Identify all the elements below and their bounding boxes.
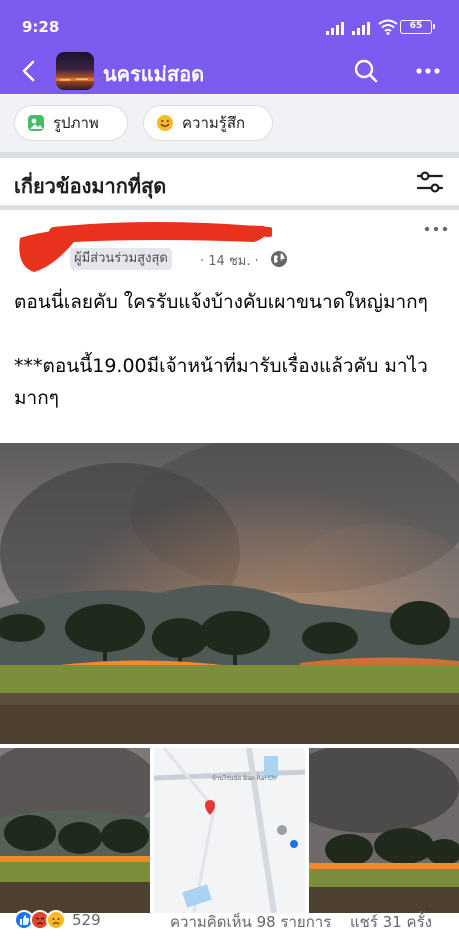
smiley-icon [157,115,173,131]
group-avatar[interactable] [56,52,94,90]
battery-indicator: 65 [400,20,435,34]
photo-thumbnail-2[interactable] [309,748,459,913]
cell-signal-icon [326,22,344,35]
comment-count[interactable]: ความคิดเห็น 98 รายการ [170,910,331,934]
photo-icon [28,115,44,131]
post-options-icon[interactable] [424,224,448,234]
sort-label[interactable]: เกี่ยวข้องมากที่สุด [14,170,166,202]
search-icon[interactable] [352,57,380,85]
reaction-count: 529 [72,911,101,929]
share-count[interactable]: แชร์ 31 ครั้ง [350,910,432,934]
feeling-chip[interactable]: ความรู้สึก [143,105,273,141]
status-bar: 9:28 65 [0,0,459,48]
photo-chip-label: รูปภาพ [53,114,99,132]
map-label: บ้านไร่นนัย Ban Rai Ch [212,774,276,782]
filter-sliders-icon[interactable] [416,170,444,194]
more-dots-icon[interactable] [414,57,442,85]
page-title: นครแม่สอด [103,62,205,86]
app-bar: นครแม่สอด [0,48,459,94]
feeling-chip-label: ความรู้สึก [182,114,246,132]
main-photo[interactable] [0,443,459,744]
status-time: 9:28 [22,18,60,36]
cell-signal-icon-2 [352,22,370,35]
post-card: ผู้มีส่วนร่วมสูงสุด · 14 ชม. · ตอนนี่เลย… [0,210,459,942]
back-arrow-icon[interactable] [16,56,42,86]
photo-chip[interactable]: รูปภาพ [14,105,128,141]
map-thumbnail[interactable]: บ้านไร่นนัย Ban Rai Ch [154,748,305,913]
top-contributor-badge: ผู้มีส่วนร่วมสูงสุด [70,248,172,270]
photo-thumbnail[interactable] [0,748,150,913]
post-time[interactable]: · 14 ชม. · [200,250,259,271]
sad-icon [46,910,66,930]
reactions-summary[interactable]: 529 [14,909,101,931]
wifi-icon [378,19,398,35]
filter-chips: รูปภาพ ความรู้สึก [0,94,459,152]
globe-icon [271,251,287,267]
post-text: ตอนนี่เลยคับ ใครรับแจ้งบ้างคับเผาขนาดใหญ… [14,291,428,409]
sort-bar: เกี่ยวข้องมากที่สุด [0,158,459,206]
